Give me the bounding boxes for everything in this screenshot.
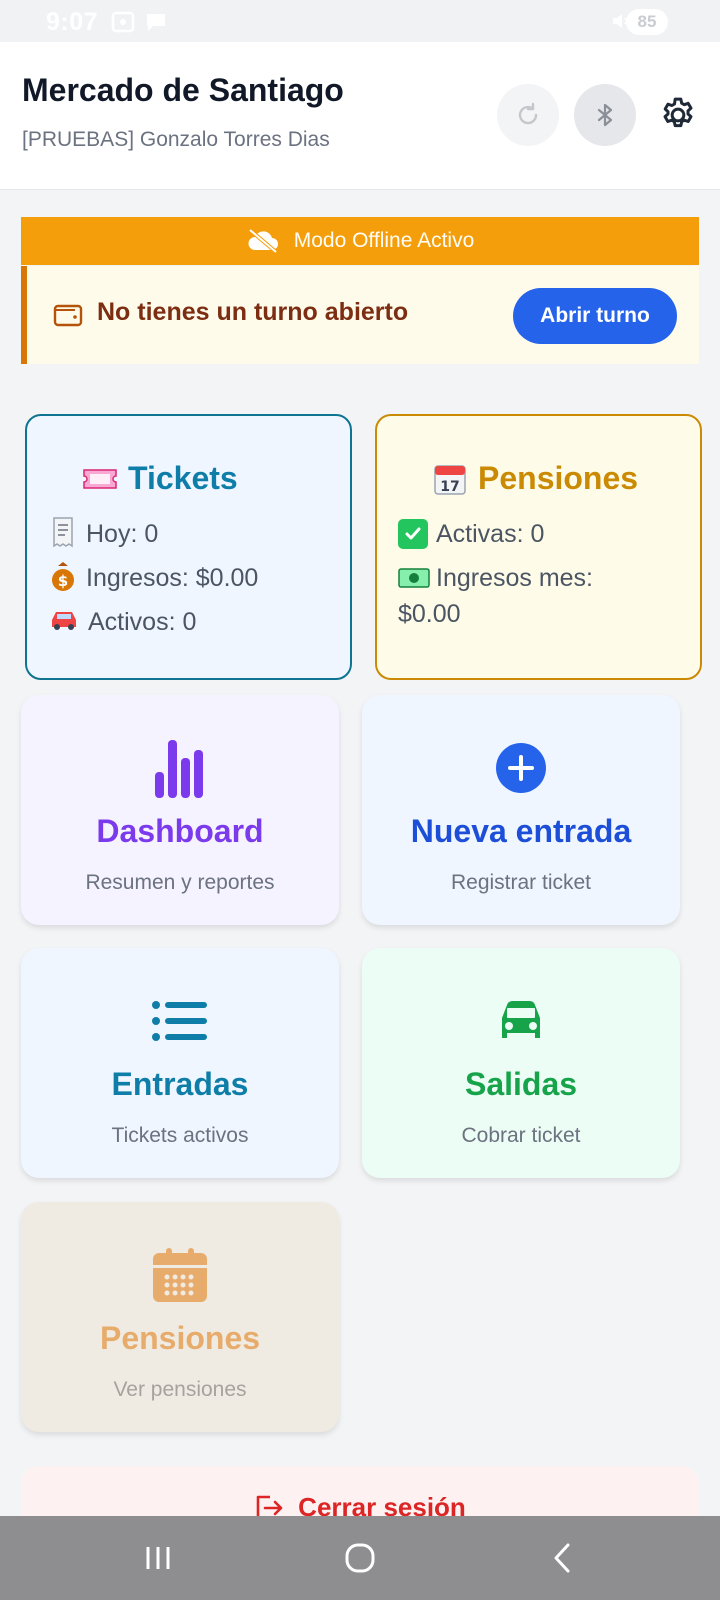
new-entry-card[interactable]: Nueva entrada Registrar ticket <box>362 695 680 925</box>
screenshot-icon <box>111 11 135 33</box>
cloud-off-icon <box>248 228 278 254</box>
calendar-day: 17 <box>440 479 459 495</box>
recent-apps-icon <box>146 1547 170 1569</box>
money-bag-icon: $ <box>52 562 74 591</box>
status-time: 9:07 <box>46 8 99 36</box>
chart-bars-icon <box>21 735 339 801</box>
dashboard-card[interactable]: Dashboard Resumen y reportes <box>21 695 339 925</box>
ticket-icon <box>83 468 117 489</box>
new-entry-subtitle: Registrar ticket <box>450 871 592 894</box>
page-title: Mercado de Santiago <box>22 72 344 108</box>
calendar-emoji-icon: 17 <box>434 464 466 495</box>
pensions-subtitle: Ver pensiones <box>113 1378 247 1401</box>
status-bar: 9:07 85 <box>0 0 720 42</box>
gear-icon <box>663 97 693 128</box>
offline-label: Modo Offline Activo <box>293 229 475 252</box>
plus-circle-icon <box>362 735 680 801</box>
cash-icon <box>398 568 430 588</box>
exits-card[interactable]: Salidas Cobrar ticket <box>362 948 680 1178</box>
pensiones-stats-card[interactable]: 17 Pensiones Activas: 0 Ingresos mes: $0… <box>375 414 702 680</box>
home-button[interactable] <box>300 1516 420 1600</box>
tickets-ingresos-row: $ Ingresos: $0.00 <box>48 560 258 596</box>
tickets-ingresos: Ingresos: $0.00 <box>86 564 259 592</box>
tickets-hoy: Hoy: 0 <box>86 520 159 548</box>
shift-message: No tienes un turno abierto <box>97 298 409 326</box>
check-icon <box>398 519 428 549</box>
app-header: Mercado de Santiago [PRUEBAS] Gonzalo To… <box>0 42 720 190</box>
dashboard-subtitle: Resumen y reportes <box>85 871 275 894</box>
pensiones-stats-title: 17 Pensiones <box>432 460 638 497</box>
offline-banner: Modo Offline Activo <box>21 217 699 265</box>
pensiones-stats-label: Pensiones <box>478 460 639 496</box>
list-icon <box>21 988 339 1054</box>
entries-subtitle: Tickets activos <box>111 1124 249 1147</box>
back-button[interactable] <box>502 1516 622 1600</box>
user-subtitle: [PRUEBAS] Gonzalo Torres Dias <box>22 128 330 151</box>
entries-title: Entradas <box>111 1066 249 1102</box>
pensiones-activas-row: Activas: 0 <box>398 516 544 552</box>
chat-icon <box>147 14 165 31</box>
sync-button[interactable] <box>497 84 559 146</box>
refresh-icon <box>518 102 538 125</box>
new-entry-title: Nueva entrada <box>410 813 632 849</box>
exits-title: Salidas <box>464 1066 578 1102</box>
pensiones-ingresos-row: Ingresos mes: $0.00 <box>398 560 688 632</box>
tickets-stats-title: Tickets <box>82 460 238 497</box>
pensions-card[interactable]: Pensiones Ver pensiones <box>21 1202 339 1432</box>
wallet-icon <box>53 304 83 327</box>
pensions-title: Pensiones <box>99 1320 261 1356</box>
pensiones-ingresos-mes-label: Ingresos mes: <box>436 564 594 592</box>
entries-card[interactable]: Entradas Tickets activos <box>21 948 339 1178</box>
pensiones-activas: Activas: 0 <box>436 520 545 548</box>
home-icon <box>345 1543 375 1573</box>
tickets-activos: Activos: 0 <box>88 608 197 636</box>
system-nav-bar <box>0 1516 720 1600</box>
svg-text:$: $ <box>58 572 68 590</box>
battery-indicator: 85 <box>626 9 668 35</box>
settings-button[interactable] <box>647 84 709 146</box>
tickets-stats-label: Tickets <box>128 460 238 496</box>
dashboard-title: Dashboard <box>96 813 264 849</box>
car-front-icon <box>362 988 680 1054</box>
back-icon <box>554 1543 570 1573</box>
tickets-activos-row: Activos: 0 <box>48 604 196 640</box>
open-shift-button[interactable]: Abrir turno <box>513 288 677 344</box>
receipt-icon <box>53 517 73 548</box>
bluetooth-icon <box>597 103 613 127</box>
calendar-icon <box>21 1242 339 1308</box>
shift-alert: No tienes un turno abierto Abrir turno <box>21 266 699 364</box>
recent-apps-button[interactable] <box>98 1516 218 1600</box>
tickets-hoy-row: Hoy: 0 <box>48 516 158 552</box>
car-icon <box>52 612 76 630</box>
status-icons-left <box>110 10 168 34</box>
exits-subtitle: Cobrar ticket <box>461 1124 581 1147</box>
pensiones-ingresos-mes-value: $0.00 <box>398 600 461 628</box>
bluetooth-button[interactable] <box>574 84 636 146</box>
tickets-stats-card[interactable]: Tickets Hoy: 0 $ Ingresos: $0.00 Activos… <box>25 414 352 680</box>
